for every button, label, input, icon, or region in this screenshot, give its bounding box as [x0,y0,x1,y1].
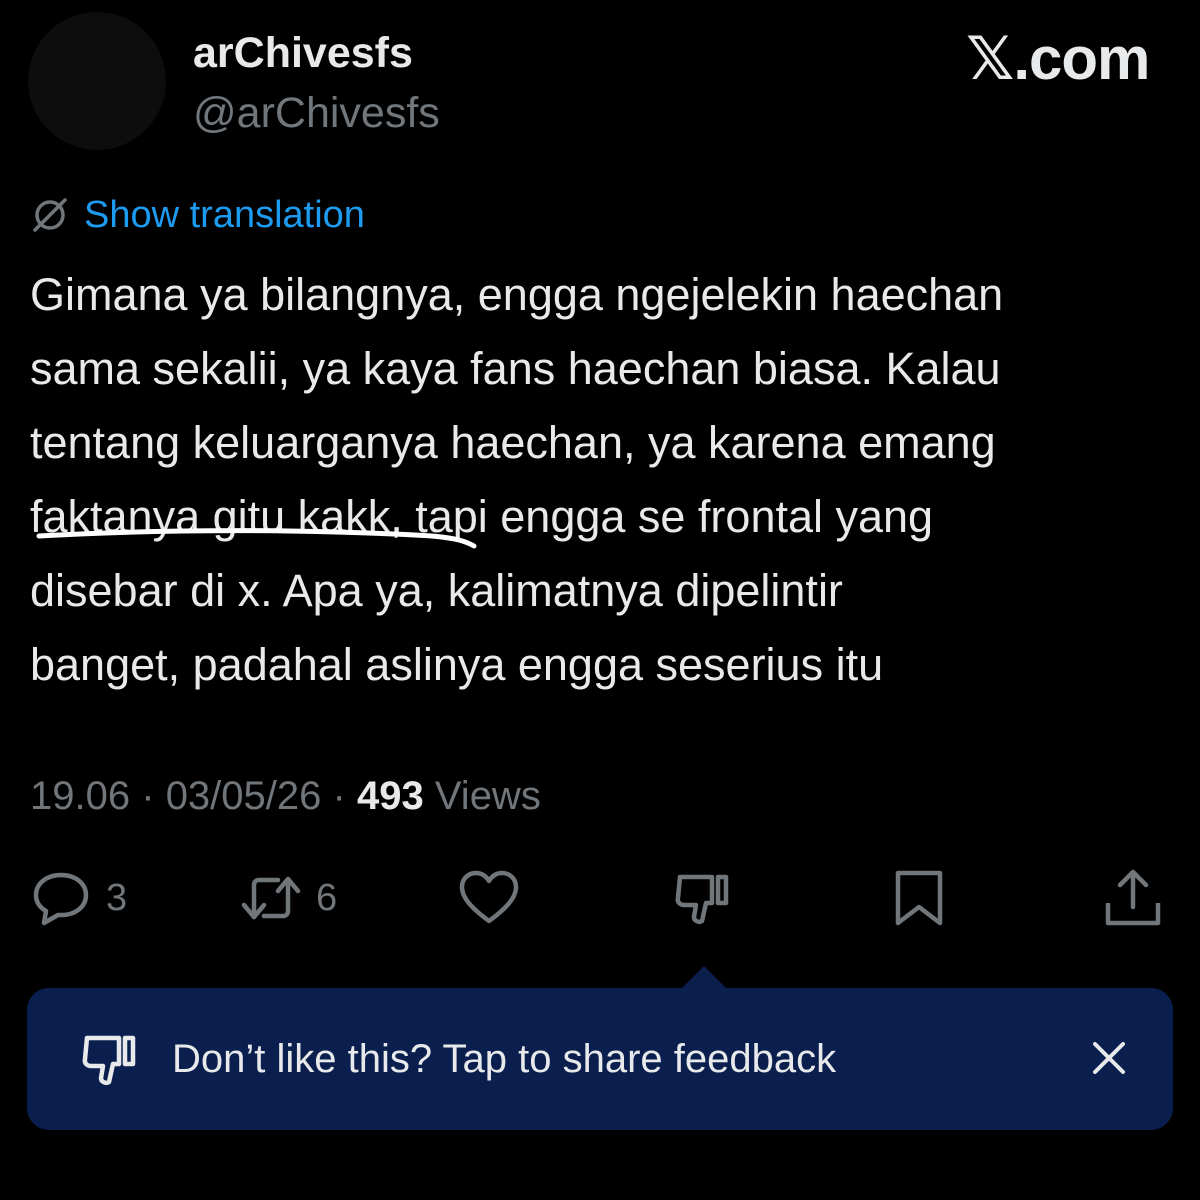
speech-bubble-icon [33,872,89,926]
post-time: 19.06 [30,774,131,818]
handwritten-underline-mark [36,528,477,549]
show-translation-row[interactable]: Show translation [30,190,365,240]
thumbs-down-icon [82,1035,136,1086]
dislike-button[interactable] [672,866,734,930]
post-line: banget, padahal aslinya engga seserius i… [30,639,884,690]
close-icon[interactable] [1087,1036,1131,1080]
site-brand: 𝕏.com [966,25,1150,92]
share-button[interactable] [1102,866,1164,930]
avatar[interactable] [28,12,166,150]
post-meta: 19.06 · 03/05/26 · 493 Views [30,770,541,822]
post-text: Gimana ya bilangnya, engga ngejelekin ha… [30,258,1180,702]
views-count[interactable]: 493 [357,774,424,818]
reply-count: 3 [106,876,128,919]
meta-separator: · [141,774,155,818]
author-handle[interactable]: @arChivesfs [193,88,440,138]
post-line: sama sekalii, ya kaya fans haechan biasa… [30,343,1001,394]
feedback-banner[interactable]: Don’t like this? Tap to share feedback [27,988,1173,1130]
author-display-name[interactable]: arChivesfs [193,28,413,78]
like-button[interactable] [458,866,520,930]
thumbs-down-icon [675,874,729,925]
post-line: Gimana ya bilangnya, engga ngejelekin ha… [30,269,1004,320]
repost-button[interactable]: 6 [240,866,337,930]
bookmark-icon [895,870,943,926]
feedback-tooltip-arrow [680,966,728,990]
repost-arrows-icon [241,876,301,920]
globe-slash-icon [33,198,67,232]
heart-icon [459,870,519,924]
bookmark-button[interactable] [888,866,950,930]
show-translation-link[interactable]: Show translation [84,190,365,240]
meta-separator: · [332,774,346,818]
feedback-prompt[interactable]: Don’t like this? Tap to share feedback [172,1032,836,1086]
post-line: disebar di x. Apa ya, kalimatnya dipelin… [30,565,843,616]
reply-button[interactable]: 3 [30,866,127,930]
share-upload-icon [1105,869,1161,926]
post-date: 03/05/26 [165,774,322,818]
repost-count: 6 [316,876,338,919]
views-label[interactable]: Views [435,774,541,818]
post-line: tentang keluarganya haechan, ya karena e… [30,417,996,468]
